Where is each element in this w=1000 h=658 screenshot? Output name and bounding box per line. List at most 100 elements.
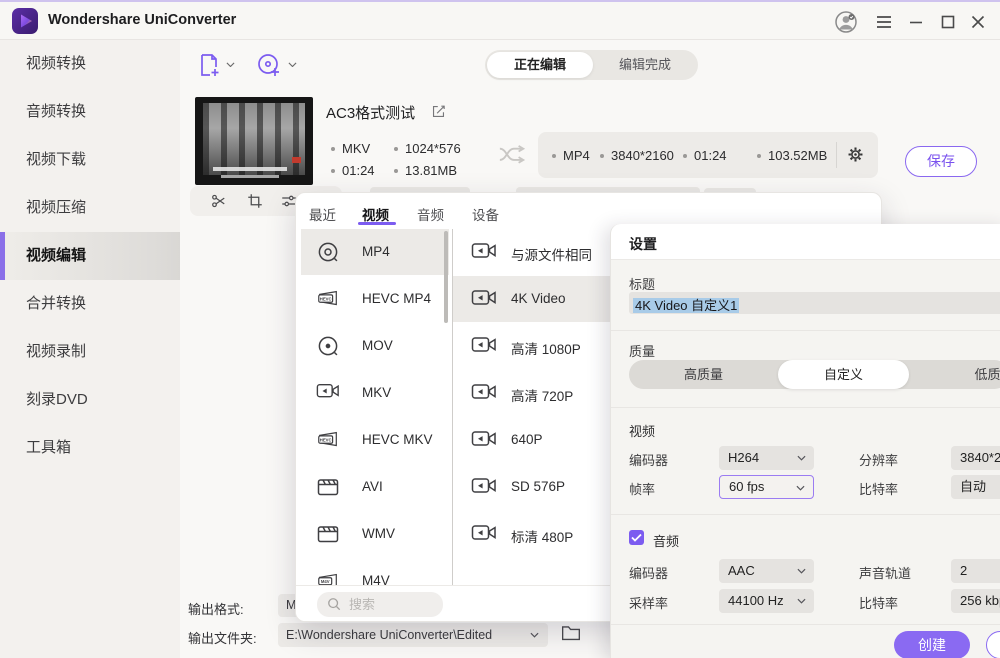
title-input-selected-text: 4K Video 自定义1: [633, 298, 739, 313]
format-item-avi[interactable]: AVI: [301, 464, 449, 510]
disc-icon: [316, 240, 340, 264]
chevron-down-icon: [530, 632, 539, 638]
tab-editing[interactable]: 正在编辑: [487, 52, 593, 78]
video-camera-icon: [471, 240, 497, 262]
check-icon: [631, 533, 642, 542]
format-item-hevc-mkv[interactable]: HEVC HEVC MKV: [301, 417, 449, 463]
hevc-badge-icon: HEVC: [316, 428, 340, 452]
video-camera-icon: [471, 334, 497, 356]
format-item-mkv[interactable]: MKV: [301, 370, 449, 416]
format-item-mp4[interactable]: MP4: [301, 229, 449, 275]
divider: [611, 624, 1000, 625]
menu-icon[interactable]: [872, 10, 896, 34]
film-icon: [316, 522, 340, 546]
add-file-icon[interactable]: [196, 52, 222, 78]
target-resolution: 3840*2160: [600, 148, 674, 163]
account-icon[interactable]: [834, 10, 858, 34]
svg-text:M4V: M4V: [321, 579, 330, 584]
create-button[interactable]: 创建: [894, 631, 970, 658]
output-folder-select[interactable]: E:\Wondershare UniConverter\Edited: [278, 623, 548, 647]
format-item-hevc-mp4[interactable]: HEVC HEVC MP4: [301, 276, 449, 322]
maximize-icon[interactable]: [936, 10, 960, 34]
settings-header: 设置: [611, 224, 1000, 260]
target-duration: 01:24: [683, 148, 727, 163]
video-bitrate-label: 比特率: [859, 479, 898, 498]
chevron-down-icon: [796, 485, 805, 491]
crop-icon[interactable]: [246, 192, 264, 210]
close-icon[interactable]: [966, 10, 990, 34]
source-format: MKV: [331, 141, 370, 156]
audio-enabled-checkbox[interactable]: [629, 530, 644, 545]
sidebar-item-merge-convert[interactable]: 合并转换: [0, 280, 180, 328]
target-size: 103.52MB: [757, 148, 827, 163]
popup-tab-device[interactable]: 设备: [472, 204, 499, 224]
source-duration: 01:24: [331, 163, 375, 178]
active-tab-underline: [358, 222, 396, 225]
save-button[interactable]: 保存: [905, 146, 977, 177]
sidebar-item-toolbox[interactable]: 工具箱: [0, 424, 180, 472]
tab-finished[interactable]: 编辑完成: [595, 50, 695, 80]
add-disc-icon[interactable]: [256, 52, 282, 78]
add-file-chevron-icon[interactable]: [226, 62, 235, 69]
video-encoder-dropdown[interactable]: H264: [719, 446, 814, 470]
video-camera-icon: [471, 475, 497, 497]
format-item-wmv[interactable]: WMV: [301, 511, 449, 557]
minimize-icon[interactable]: [904, 10, 928, 34]
sidebar-item-video-compress[interactable]: 视频压缩: [0, 184, 180, 232]
search-icon: [327, 597, 341, 611]
video-bitrate-field[interactable]: 自动: [951, 475, 1000, 499]
browse-folder-icon[interactable]: [561, 624, 581, 642]
samplerate-dropdown[interactable]: 44100 Hz: [719, 589, 814, 613]
scrollbar-thumb[interactable]: [444, 231, 448, 323]
sidebar-item-video-convert[interactable]: 视频转换: [0, 40, 180, 88]
settings-gear-icon[interactable]: [846, 145, 865, 164]
video-thumbnail[interactable]: [195, 97, 313, 185]
add-disc-chevron-icon[interactable]: [288, 62, 297, 69]
settings-panel: 设置 标题 4K Video 自定义1 质量 高质量 自定义 低质量 视频 编码…: [610, 224, 1000, 658]
sidebar-item-video-edit[interactable]: 视频编辑: [0, 232, 180, 280]
hevc-badge-icon: HEVC: [316, 287, 340, 311]
quality-label: 质量: [629, 341, 655, 360]
audio-encoder-label: 编码器: [629, 563, 668, 582]
format-item-mov[interactable]: MOV: [301, 323, 449, 369]
framerate-dropdown[interactable]: 60 fps: [719, 475, 814, 499]
popup-tab-audio[interactable]: 音频: [417, 204, 444, 224]
video-camera-icon: [316, 381, 340, 405]
quality-custom-option[interactable]: 自定义: [778, 360, 909, 389]
thumbnail-subtitle-line2: [221, 175, 279, 178]
title-input[interactable]: 4K Video 自定义1: [629, 292, 1000, 314]
video-camera-icon: [471, 522, 497, 544]
quality-high-option[interactable]: 高质量: [629, 360, 778, 389]
channels-field[interactable]: 2: [951, 559, 1000, 583]
audio-encoder-dropdown[interactable]: AAC: [719, 559, 814, 583]
audio-bitrate-field[interactable]: 256 kbps: [951, 589, 1000, 613]
quality-low-option[interactable]: 低质量: [909, 360, 1000, 389]
quality-segmented-control: 高质量 自定义 低质量: [629, 360, 1000, 389]
disc-icon: [316, 334, 340, 358]
sidebar-item-audio-convert[interactable]: 音频转换: [0, 88, 180, 136]
settings-title: 设置: [629, 234, 657, 254]
edit-status-tabs: 正在编辑 编辑完成: [485, 50, 698, 80]
sidebar-item-screen-record[interactable]: 视频录制: [0, 328, 180, 376]
search-box[interactable]: [317, 592, 443, 617]
rename-edit-icon[interactable]: [430, 103, 447, 120]
app-title: Wondershare UniConverter: [48, 12, 236, 28]
popup-tab-video[interactable]: 视频: [362, 204, 389, 224]
file-title: AC3格式测试: [326, 102, 415, 123]
divider: [611, 330, 1000, 331]
resolution-label: 分辨率: [859, 450, 898, 469]
channels-label: 声音轨道: [859, 563, 911, 582]
search-input[interactable]: [349, 595, 435, 614]
video-camera-icon: [471, 381, 497, 403]
partial-button[interactable]: [986, 631, 1000, 658]
trim-scissors-icon[interactable]: [210, 192, 228, 210]
sidebar: 视频转换 音频转换 视频下载 视频压缩 视频编辑 合并转换 视频录制 刻录DVD…: [0, 40, 180, 658]
svg-text:HEVC: HEVC: [320, 297, 332, 302]
popup-tab-recent[interactable]: 最近: [309, 204, 336, 224]
thumbnail-red-marker: [292, 157, 301, 163]
resolution-field[interactable]: 3840*2160: [951, 446, 1000, 470]
title-label: 标题: [629, 274, 655, 293]
video-encoder-label: 编码器: [629, 450, 668, 469]
sidebar-item-burn-dvd[interactable]: 刻录DVD: [0, 376, 180, 424]
sidebar-item-video-download[interactable]: 视频下载: [0, 136, 180, 184]
